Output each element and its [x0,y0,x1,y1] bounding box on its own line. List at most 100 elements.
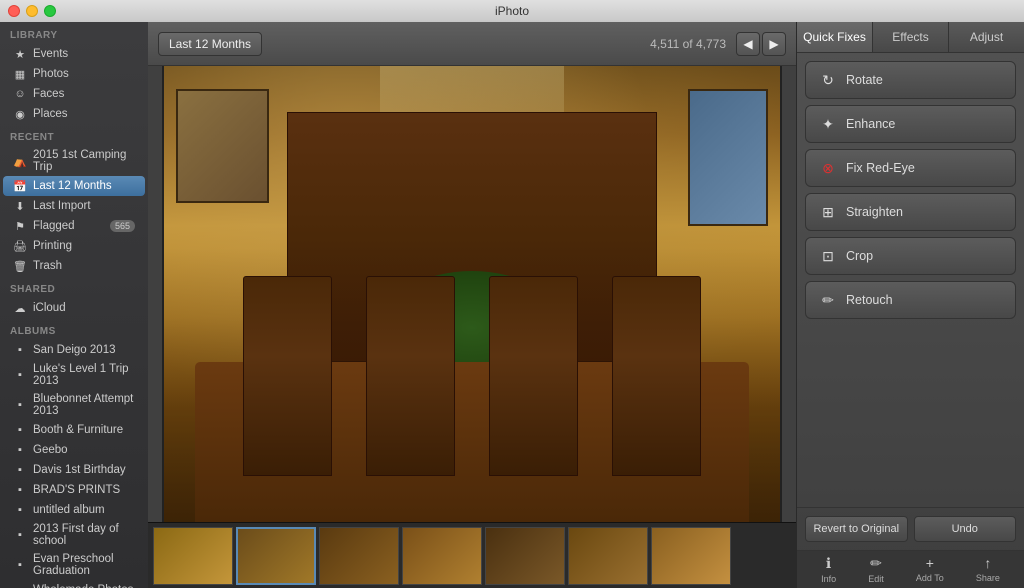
next-arrow[interactable]: ▶ [762,32,786,56]
sidebar-item-bluebonnet[interactable]: ▪ Bluebonnet Attempt 2013 [3,390,145,420]
photo-painting-left [176,89,268,203]
sidebar-item-booth[interactable]: ▪ Booth & Furniture [3,420,145,440]
fix-red-eye-icon: ⊗ [818,158,838,178]
fix-red-eye-button[interactable]: ⊗ Fix Red-Eye [805,149,1016,187]
edit-label: Edit [868,574,884,584]
enhance-button[interactable]: ✦ Enhance [805,105,1016,143]
sidebar-item-geebo[interactable]: ▪ Geebo [3,440,145,460]
sidebar-item-label: Printing [33,240,72,252]
filmstrip-thumb[interactable] [485,527,565,585]
sidebar-item-label: Last Import [33,200,91,212]
sidebar-item-label: Evan Preschool Graduation [33,553,135,577]
filmstrip-thumb[interactable] [651,527,731,585]
photo-count: 4,511 of 4,773 [650,37,726,51]
add-to-label: Add To [916,573,944,583]
sidebar-item-flagged[interactable]: ⚑ Flagged 565 [3,216,145,236]
crop-icon: ⊡ [818,246,838,266]
filmstrip-thumb[interactable] [319,527,399,585]
info-icon: ℹ [826,555,831,572]
shared-section-label: SHARED [0,276,148,298]
sidebar-item-lastimport[interactable]: ⬇ Last Import [3,196,145,216]
close-button[interactable] [8,5,20,17]
share-label: Share [976,573,1000,583]
share-tool[interactable]: ↑ Share [968,555,1008,584]
recent-section-label: RECENT [0,124,148,146]
album-icon: ▪ [13,343,27,357]
straighten-icon: ⊞ [818,202,838,222]
faces-icon: ☺ [13,87,27,101]
sidebar-item-events[interactable]: ★ Events [3,44,145,64]
sidebar-item-last12[interactable]: 📅 Last 12 Months [3,176,145,196]
sidebar-item-davis[interactable]: ▪ Davis 1st Birthday [3,460,145,480]
retouch-label: Retouch [846,293,893,307]
sidebar-item-label: BRAD'S PRINTS [33,484,120,496]
sidebar-item-label: Wholemade Photos [33,584,133,588]
crop-button[interactable]: ⊡ Crop [805,237,1016,275]
undo-button[interactable]: Undo [914,516,1017,542]
filmstrip-thumb[interactable] [153,527,233,585]
album-icon: ▪ [13,368,27,382]
sidebar-item-label: Events [33,48,68,60]
revert-button[interactable]: Revert to Original [805,516,908,542]
sidebar-item-trash[interactable]: 🗑 Trash [3,256,145,276]
sidebar-item-label: Last 12 Months [33,180,112,192]
places-icon: ◉ [13,107,27,121]
rotate-label: Rotate [846,73,883,87]
minimize-button[interactable] [26,5,38,17]
enhance-icon: ✦ [818,114,838,134]
events-icon: ★ [13,47,27,61]
sidebar-item-camping[interactable]: ⛺ 2015 1st Camping Trip [3,146,145,176]
album-icon: ▪ [13,503,27,517]
sidebar-item-label: Photos [33,68,69,80]
traffic-lights [8,5,56,17]
filmstrip-thumb[interactable] [568,527,648,585]
photo-display [162,66,782,522]
retouch-button[interactable]: ✏ Retouch [805,281,1016,319]
photo-chair [243,276,332,477]
sidebar-item-evan[interactable]: ▪ Evan Preschool Graduation [3,550,145,580]
sidebar-item-photos[interactable]: ▦ Photos [3,64,145,84]
photo-area [148,66,796,522]
album-icon: ▪ [13,423,27,437]
prev-arrow[interactable]: ◀ [736,32,760,56]
sidebar-item-san-deigo[interactable]: ▪ San Deigo 2013 [3,340,145,360]
icloud-icon: ☁ [13,301,27,315]
panel-tabs: Quick Fixes Effects Adjust [797,22,1024,53]
sidebar-item-wholemade[interactable]: ▪ Wholemade Photos [3,580,145,588]
info-tool[interactable]: ℹ Info [813,555,844,584]
last12-icon: 📅 [13,179,27,193]
enhance-label: Enhance [846,117,895,131]
sidebar-item-places[interactable]: ◉ Places [3,104,145,124]
sidebar-item-printing[interactable]: 🖨 Printing [3,236,145,256]
sidebar-item-faces[interactable]: ☺ Faces [3,84,145,104]
filmstrip-thumb[interactable] [402,527,482,585]
sidebar-item-first-day[interactable]: ▪ 2013 First day of school [3,520,145,550]
sidebar-item-label: Geebo [33,444,68,456]
tab-effects[interactable]: Effects [873,22,949,52]
sidebar-item-lukes-level[interactable]: ▪ Luke's Level 1 Trip 2013 [3,360,145,390]
maximize-button[interactable] [44,5,56,17]
content-area: Last 12 Months 4,511 of 4,773 ◀ ▶ [148,22,796,588]
photos-icon: ▦ [13,67,27,81]
fix-red-eye-label: Fix Red-Eye [846,161,915,175]
sidebar-item-label: Davis 1st Birthday [33,464,126,476]
add-to-tool[interactable]: + Add To [908,555,952,584]
rotate-button[interactable]: ↻ Rotate [805,61,1016,99]
sidebar-item-label: Faces [33,88,64,100]
tab-adjust[interactable]: Adjust [949,22,1024,52]
sidebar-item-label: 2013 First day of school [33,523,135,547]
sidebar-item-label: Trash [33,260,62,272]
straighten-button[interactable]: ⊞ Straighten [805,193,1016,231]
info-label: Info [821,574,836,584]
app-title: iPhoto [495,4,529,18]
filmstrip-thumb-active[interactable] [236,527,316,585]
sidebar-item-icloud[interactable]: ☁ iCloud [3,298,145,318]
edit-tool[interactable]: ✏ Edit [860,555,892,584]
album-icon: ▪ [13,463,27,477]
sidebar-item-untitled[interactable]: ▪ untitled album [3,500,145,520]
album-name-button[interactable]: Last 12 Months [158,32,262,56]
sidebar-item-label: iCloud [33,302,66,314]
tab-quick-fixes[interactable]: Quick Fixes [797,22,873,52]
sidebar-item-brads[interactable]: ▪ BRAD'S PRINTS [3,480,145,500]
album-icon: ▪ [13,483,27,497]
